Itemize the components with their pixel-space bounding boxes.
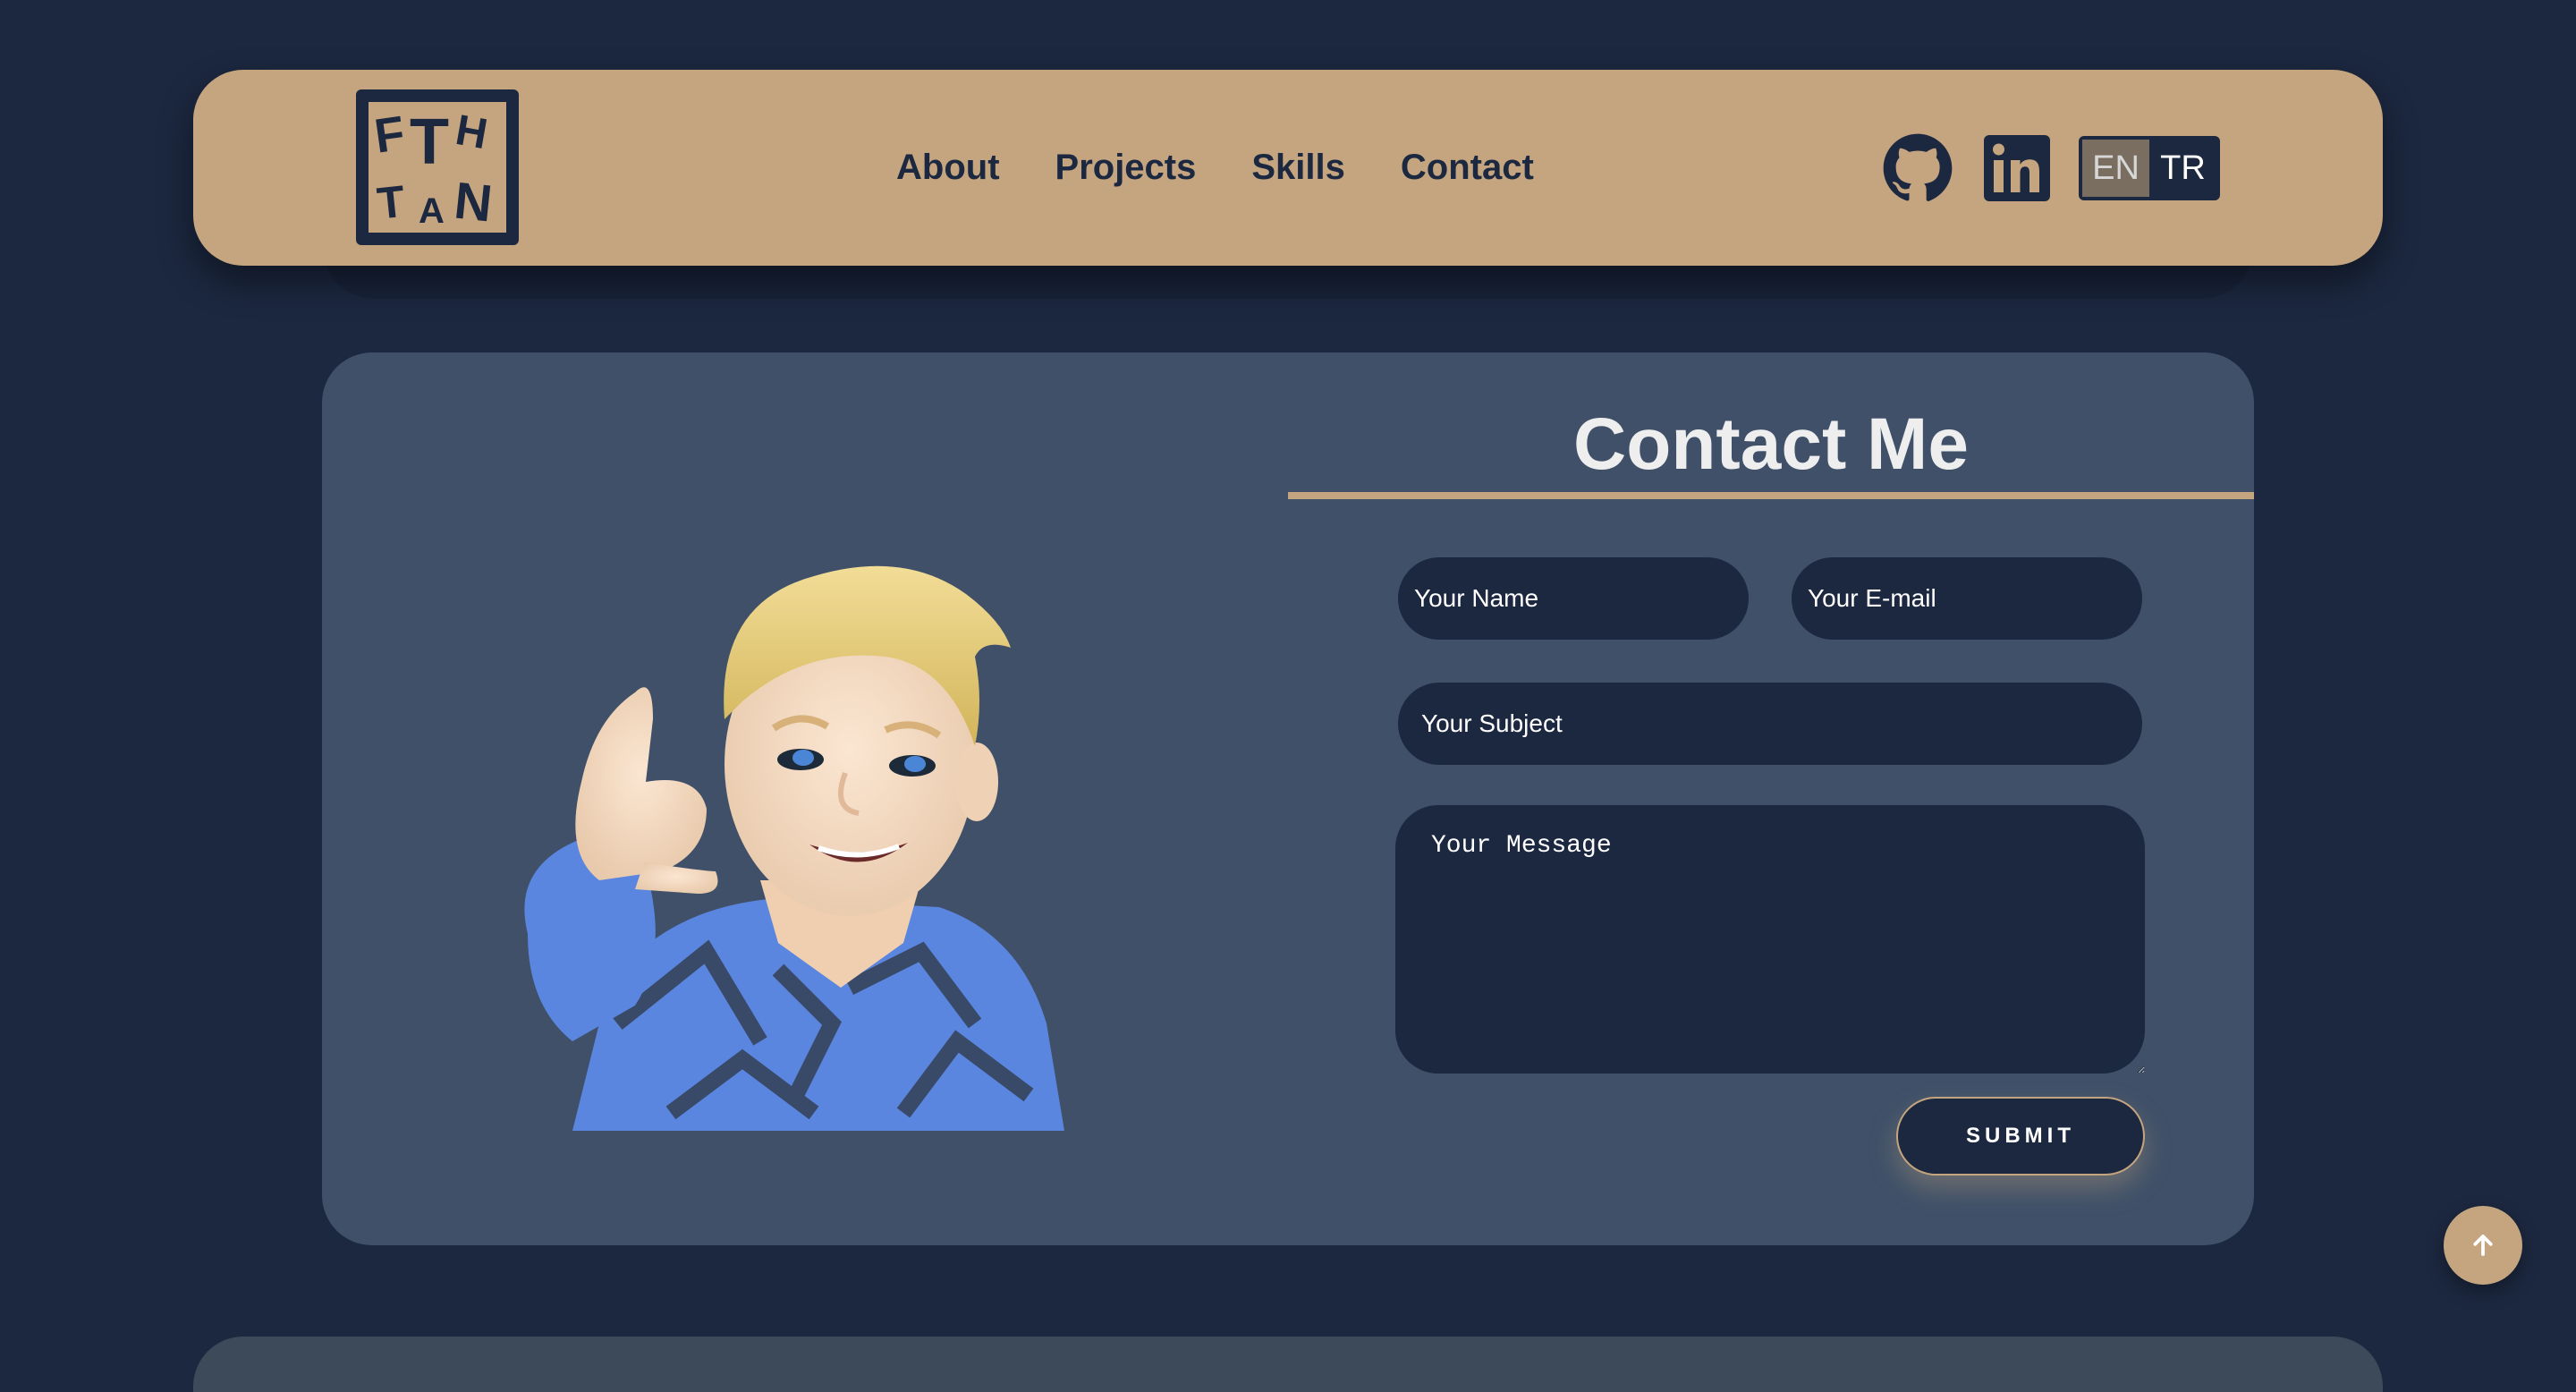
svg-text:T: T — [375, 176, 407, 229]
logo-mark: F T H T A N — [371, 106, 495, 230]
lang-option-en[interactable]: EN — [2082, 140, 2149, 197]
svg-text:T: T — [410, 106, 449, 178]
linkedin-link[interactable] — [1984, 135, 2050, 201]
nav-link-skills[interactable]: Skills — [1251, 148, 1345, 188]
github-icon — [1883, 133, 1953, 201]
svg-text:H: H — [453, 106, 491, 158]
title-underline — [1288, 492, 2254, 499]
language-toggle: EN TR — [2079, 136, 2220, 200]
nav-link-contact[interactable]: Contact — [1401, 148, 1534, 188]
lang-option-tr[interactable]: TR — [2149, 140, 2216, 197]
nav-link-projects[interactable]: Projects — [1055, 148, 1197, 188]
next-section-card — [193, 1337, 2383, 1392]
svg-text:F: F — [371, 106, 408, 164]
subject-input[interactable] — [1398, 683, 2142, 765]
back-to-top-button[interactable] — [2444, 1206, 2522, 1285]
site-logo[interactable]: F T H T A N — [356, 89, 519, 245]
svg-text:N: N — [452, 172, 495, 230]
memoji-avatar — [524, 565, 1064, 1131]
github-link[interactable] — [1882, 132, 1953, 204]
svg-text:A: A — [419, 191, 445, 230]
arrow-up-icon — [2473, 1235, 2493, 1256]
nav-link-about[interactable]: About — [896, 148, 1000, 188]
email-input[interactable] — [1792, 557, 2142, 640]
submit-button[interactable]: SUBMIT — [1896, 1097, 2145, 1176]
contact-title: Contact Me — [1573, 403, 1969, 485]
name-input[interactable] — [1398, 557, 1749, 640]
main-nav: About Projects Skills Contact — [896, 70, 1534, 266]
linkedin-icon — [1984, 135, 2050, 201]
message-textarea[interactable] — [1395, 805, 2145, 1074]
navbar: F T H T A N About Projects Skills Contac… — [193, 70, 2383, 266]
contact-section: Contact Me SUBMIT — [322, 352, 2254, 1245]
